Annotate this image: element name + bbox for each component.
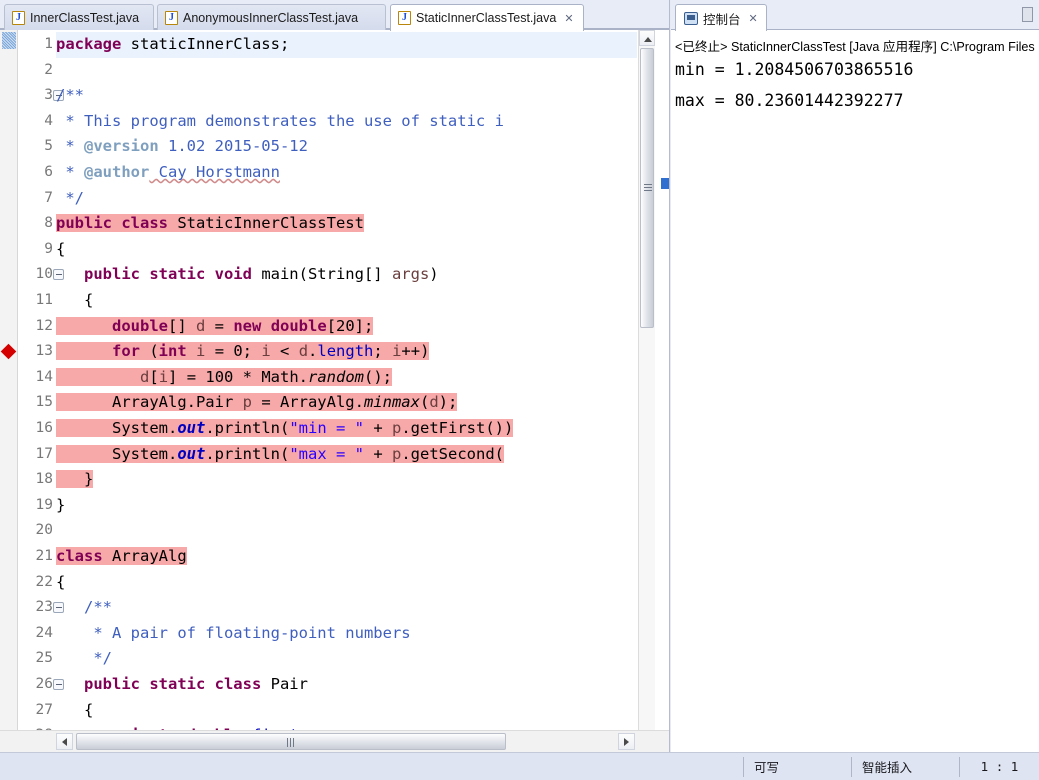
vertical-scroll-thumb[interactable] xyxy=(640,48,654,328)
code-line[interactable]: public class StaticInnerClassTest xyxy=(56,211,364,237)
code-line[interactable]: for (int i = 0; i < d.length; i++) xyxy=(56,339,430,365)
editor-vertical-scrollbar[interactable] xyxy=(638,30,655,730)
status-insert-mode: 智能插入 xyxy=(851,756,959,777)
code-line[interactable]: package staticInnerClass; xyxy=(56,32,289,58)
editor-tab-label: AnonymousInnerClassTest.java xyxy=(183,10,359,25)
status-cursor-position: 1 : 1 xyxy=(959,756,1039,777)
code-line[interactable]: * A pair of floating-point numbers xyxy=(56,621,410,647)
line-number: 7 xyxy=(44,189,53,206)
code-line[interactable]: { xyxy=(56,237,65,263)
code-line[interactable]: /** xyxy=(56,595,112,621)
line-number: 13 xyxy=(35,343,53,360)
line-number: 26 xyxy=(19,672,64,698)
scroll-thumb-grip-icon xyxy=(287,738,295,747)
java-file-icon: J xyxy=(12,10,25,25)
line-number: 5 xyxy=(44,138,53,155)
code-line[interactable]: * @author Cay Horstmann xyxy=(56,160,280,186)
scroll-right-arrow-icon[interactable] xyxy=(618,733,635,750)
editor-tab-0[interactable]: J InnerClassTest.java xyxy=(4,4,154,30)
code-line[interactable]: */ xyxy=(56,646,112,672)
scroll-thumb-grip-icon xyxy=(644,184,652,192)
code-text[interactable]: package staticInnerClass; /** * This prog… xyxy=(56,30,637,730)
line-number: 17 xyxy=(35,445,53,462)
line-number: 23 xyxy=(19,595,64,621)
code-line[interactable]: { xyxy=(56,698,93,724)
editor-tab-label: InnerClassTest.java xyxy=(30,10,140,25)
line-number: 9 xyxy=(44,240,53,257)
line-number: 27 xyxy=(35,701,53,718)
code-line[interactable]: */ xyxy=(56,186,84,212)
line-number: 4 xyxy=(44,112,53,129)
code-line[interactable]: public static class Pair xyxy=(56,672,308,698)
line-number: 15 xyxy=(35,394,53,411)
editor-tab-1[interactable]: J AnonymousInnerClassTest.java xyxy=(157,4,386,30)
code-line[interactable]: * This program demonstrates the use of s… xyxy=(56,109,504,135)
console-tab-bar: 控制台 ✕ xyxy=(671,0,1039,31)
line-number: 19 xyxy=(35,496,53,513)
selection-marker xyxy=(2,32,16,49)
console-tab-label: 控制台 xyxy=(703,12,741,27)
line-number: 20 xyxy=(35,522,53,539)
console-toolbar-button[interactable] xyxy=(1022,7,1033,22)
code-line[interactable]: double[] d = new double[20]; xyxy=(56,314,374,340)
code-line[interactable]: ArrayAlg.Pair p = ArrayAlg.minmax(d); xyxy=(56,390,458,416)
java-file-icon: J xyxy=(165,10,178,25)
console-process-label: <已终止> StaticInnerClassTest [Java 应用程序] C… xyxy=(675,40,1035,54)
line-number: 16 xyxy=(35,420,53,436)
code-line[interactable]: public static void main(String[] args) xyxy=(56,262,439,288)
line-number: 28 xyxy=(19,723,53,730)
line-number: 2 xyxy=(44,61,53,78)
overview-ruler-marker[interactable] xyxy=(661,178,669,189)
line-number: 11 xyxy=(35,292,53,308)
console-pane: 控制台 ✕ <已终止> StaticInnerClassTest [Java 应… xyxy=(671,0,1039,752)
code-line[interactable]: System.out.println("min = " + p.getFirst… xyxy=(56,416,514,442)
console-icon xyxy=(684,11,698,25)
console-output-area[interactable]: <已终止> StaticInnerClassTest [Java 应用程序] C… xyxy=(671,30,1039,752)
close-icon[interactable]: ✕ xyxy=(749,12,758,25)
code-line[interactable]: { xyxy=(56,288,93,314)
editor-tab-label: StaticInnerClassTest.java xyxy=(416,11,557,25)
code-line[interactable]: } xyxy=(56,493,65,519)
code-line[interactable]: * @version 1.02 2015-05-12 xyxy=(56,134,308,160)
line-number: 10 xyxy=(19,262,64,288)
code-line[interactable]: } xyxy=(56,467,94,493)
eclipse-window: J InnerClassTest.java J AnonymousInnerClass… xyxy=(0,0,1039,780)
java-file-icon: J xyxy=(398,11,411,25)
editor-horizontal-scrollbar[interactable] xyxy=(0,730,669,752)
line-number: 24 xyxy=(35,624,53,641)
editor-tab-2[interactable]: J StaticInnerClassTest.java ✕ xyxy=(390,4,584,31)
breakpoint-marker-icon[interactable] xyxy=(0,343,17,360)
scroll-left-arrow-icon[interactable] xyxy=(56,733,73,750)
line-number: 1 xyxy=(44,36,53,52)
line-number: 25 xyxy=(35,650,53,667)
line-number-gutter: 1 2 3 4 5 6 7 8 9 10 11 12 13 14 15 16 17 18 19 20 21 22 23 24 2… xyxy=(19,30,64,730)
horizontal-scroll-thumb[interactable] xyxy=(76,733,506,750)
code-line[interactable]: private double first; xyxy=(56,723,308,730)
line-number: 3 xyxy=(19,83,64,109)
code-editor-area[interactable]: 1 2 3 4 5 6 7 8 9 10 11 12 13 14 15 16 17 18 19 20 21 22 23 24 2… xyxy=(0,30,669,730)
line-number: 22 xyxy=(35,573,53,590)
console-output-line: max = 80.23601442392277 xyxy=(675,91,904,110)
status-writable: 可写 xyxy=(743,756,851,777)
tab-console[interactable]: 控制台 ✕ xyxy=(675,4,767,31)
code-line[interactable]: d[i] = 100 * Math.random(); xyxy=(56,365,393,391)
line-number: 18 xyxy=(35,471,53,488)
line-number: 12 xyxy=(35,317,53,334)
line-number: 21 xyxy=(35,548,53,564)
scroll-up-arrow-icon[interactable] xyxy=(639,30,655,46)
code-line[interactable]: /** xyxy=(56,83,84,109)
marker-gutter[interactable] xyxy=(0,30,18,730)
console-output-line: min = 1.2084506703865516 xyxy=(675,60,914,79)
editor-tab-bar: J InnerClassTest.java J AnonymousInnerClass… xyxy=(0,0,669,31)
editor-pane: J InnerClassTest.java J AnonymousInnerClass… xyxy=(0,0,670,752)
code-line[interactable]: System.out.println("max = " + p.getSecon… xyxy=(56,442,504,468)
code-line[interactable]: class ArrayAlg xyxy=(56,544,187,570)
status-bar: 可写 智能插入 1 : 1 xyxy=(0,752,1039,780)
code-line[interactable]: { xyxy=(56,570,65,596)
line-number: 14 xyxy=(35,368,53,385)
line-number: 8 xyxy=(44,215,53,232)
line-number: 6 xyxy=(44,164,53,180)
close-icon[interactable]: ✕ xyxy=(564,12,573,25)
